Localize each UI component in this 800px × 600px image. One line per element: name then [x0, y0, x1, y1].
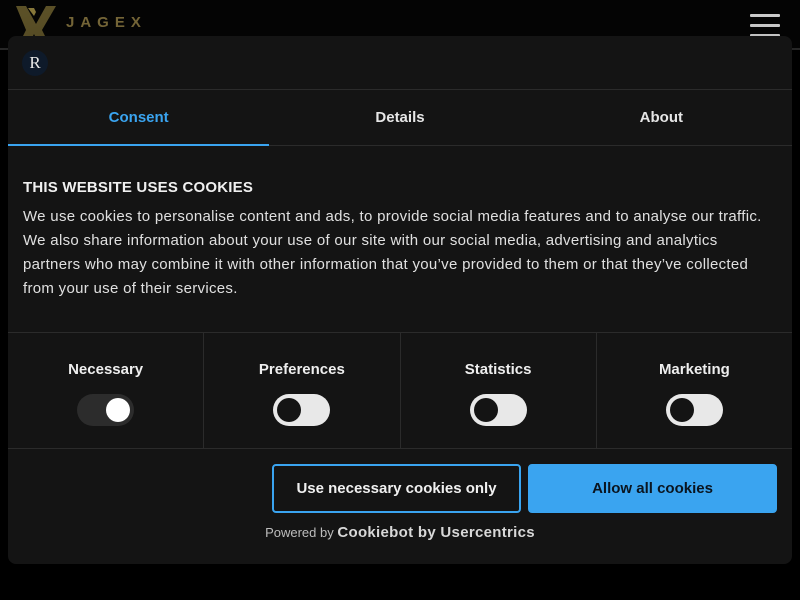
brand-logo-icon: R	[22, 50, 48, 76]
tab-details[interactable]: Details	[269, 90, 530, 145]
necessary-toggle[interactable]	[77, 394, 135, 426]
category-preferences: Preferences	[204, 333, 401, 448]
cookie-consent-dialog: R Consent Details About THIS WEBSITE USE…	[8, 36, 792, 564]
consent-description: We use cookies to personalise content an…	[23, 208, 762, 297]
toggle-knob	[473, 398, 498, 422]
category-label: Preferences	[258, 361, 345, 378]
tab-label: About	[639, 109, 683, 126]
toggle-knob	[106, 398, 131, 422]
statistics-toggle[interactable]	[469, 394, 527, 426]
jagex-logo[interactable]: JAGEX	[14, 6, 147, 38]
powered-by: Powered by Cookiebot by Usercentrics	[8, 524, 792, 541]
tab-label: Consent	[108, 109, 169, 126]
allow-all-button[interactable]: Allow all cookies	[528, 464, 777, 513]
category-necessary: Necessary	[8, 333, 205, 448]
action-bar: Use necessary cookies only Allow all coo…	[8, 449, 792, 524]
dialog-header: R	[8, 36, 792, 90]
consent-body: THIS WEBSITE USES COOKIES We use cookies…	[8, 146, 792, 333]
category-label: Statistics	[464, 361, 532, 378]
category-toggles: Necessary Preferences Statistics Marketi…	[8, 333, 792, 449]
toggle-knob	[669, 398, 694, 422]
consent-heading: THIS WEBSITE USES COOKIES	[23, 179, 254, 196]
cookiebot-link[interactable]: Cookiebot by Usercentrics	[337, 524, 535, 541]
logo-text: JAGEX	[66, 13, 147, 31]
category-label: Necessary	[68, 361, 144, 378]
category-label: Marketing	[658, 361, 730, 378]
use-necessary-only-button[interactable]: Use necessary cookies only	[272, 464, 521, 513]
jagex-logo-mark-icon	[16, 6, 56, 38]
tab-consent[interactable]: Consent	[8, 90, 270, 146]
menu-icon[interactable]	[750, 14, 780, 38]
category-marketing: Marketing	[597, 333, 792, 448]
powered-by-prefix: Powered by	[265, 525, 334, 540]
toggle-knob	[277, 398, 302, 422]
tab-label: Details	[375, 109, 425, 126]
category-statistics: Statistics	[401, 333, 597, 448]
tab-about[interactable]: About	[531, 90, 792, 145]
preferences-toggle[interactable]	[273, 394, 331, 426]
tab-bar: Consent Details About	[8, 90, 792, 146]
brand-mark: R	[29, 53, 41, 72]
marketing-toggle[interactable]	[665, 394, 723, 426]
